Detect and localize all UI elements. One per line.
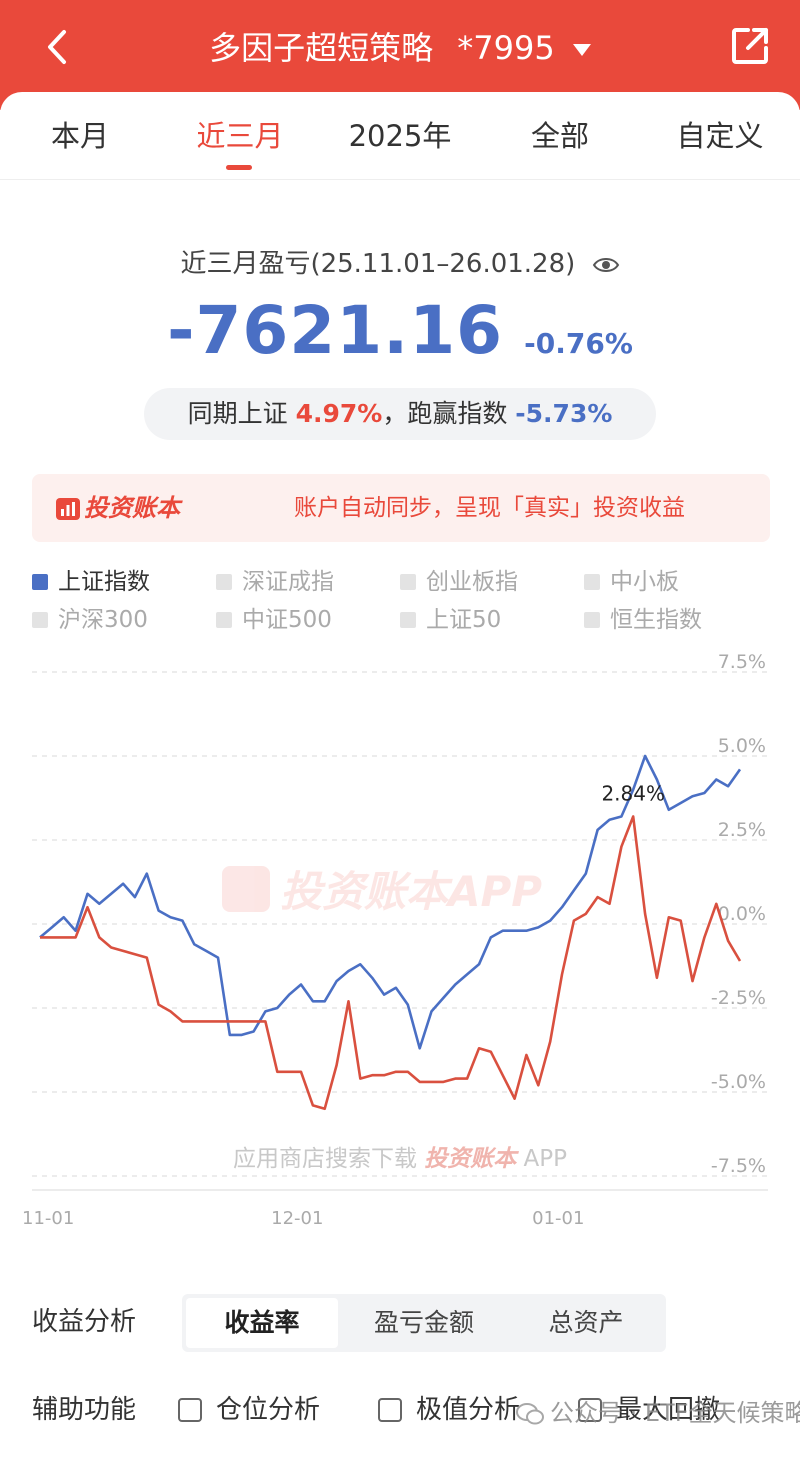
download-watermark-suffix: APP (516, 1146, 567, 1172)
wechat-watermark-text: 公众号 · ETF全天候策略 (550, 1399, 800, 1427)
checkbox-icon (378, 1398, 402, 1422)
legend-swatch (32, 612, 48, 628)
legend-item[interactable]: 深证成指 (216, 566, 334, 598)
tab-all[interactable]: 全部 (480, 114, 640, 158)
banner-text: 账户自动同步，呈现「真实」投资收益 (294, 495, 685, 521)
checkbox-label: 仓位分析 (216, 1395, 321, 1425)
legend-label: 中证500 (242, 607, 332, 633)
tab-last-three-months[interactable]: 近三月 (160, 114, 320, 158)
y-tick-label: -2.5% (711, 987, 766, 1009)
compare-mid: ，跑赢指数 (382, 399, 508, 428)
chevron-down-icon (572, 44, 591, 56)
compare-index-value: 4.97% (295, 399, 383, 428)
checkbox-position-analysis[interactable]: 仓位分析 (178, 1390, 320, 1430)
strategy-name: 多因子超短策略 (209, 29, 434, 67)
analysis-label: 收益分析 (32, 1307, 137, 1337)
return-chart[interactable]: 7.5% 5.0% 2.5% 0.0% -2.5% -5.0% -7.5% 投资账本APP 2.… (0, 650, 800, 1240)
legend-label: 上证指数 (58, 569, 150, 595)
y-tick-label: -5.0% (711, 1071, 766, 1093)
legend-label: 恒生指数 (610, 607, 702, 633)
seg-total-assets[interactable]: 总资产 (510, 1298, 662, 1348)
pnl-period-label: 近三月盈亏(25.11.01–26.01.28) (0, 244, 800, 284)
pnl-amount-row: -7621.16 -0.76% (0, 292, 800, 369)
watermark-logo-icon (222, 866, 270, 912)
pnl-period-text: 近三月盈亏(25.11.01–26.01.28) (180, 249, 576, 279)
x-tick-label: 11-01 (22, 1208, 74, 1229)
download-watermark-logo: 投资账本 (424, 1146, 519, 1172)
legend-swatch (400, 612, 416, 628)
ledger-logo-icon (56, 498, 80, 520)
tab-this-month[interactable]: 本月 (0, 114, 160, 158)
download-watermark: 应用商店搜索下载 投资账本 APP (233, 1146, 567, 1172)
chart-watermark: 投资账本APP (222, 866, 542, 916)
legend-label: 上证50 (426, 607, 502, 633)
wechat-watermark: 公众号 · ETF全天候策略 (516, 1398, 800, 1428)
y-tick-label: -7.5% (711, 1155, 766, 1177)
y-tick-label: 5.0% (718, 735, 766, 757)
return-chart-svg: 7.5% 5.0% 2.5% 0.0% -2.5% -5.0% -7.5% 投资账本APP 2.… (22, 651, 768, 1229)
legend-swatch (216, 574, 232, 590)
compare-prefix: 同期上证 (187, 399, 288, 428)
checkbox-icon (178, 1398, 202, 1422)
x-tick-label: 12-01 (271, 1208, 323, 1229)
legend-item[interactable]: 创业板指 (400, 566, 518, 598)
legend-label: 中小板 (610, 569, 679, 595)
legend-swatch (584, 574, 600, 590)
checkbox-extreme-analysis[interactable]: 极值分析 (378, 1390, 520, 1430)
legend-swatch (400, 574, 416, 590)
account-title[interactable]: 多因子超短策略 *7995 (150, 26, 650, 70)
tab-2025[interactable]: 2025年 (320, 114, 480, 158)
strategy-series-line (40, 815, 742, 1111)
index-compare-pill: 同期上证 4.97%，跑赢指数 -5.73% (144, 388, 656, 440)
legend-item[interactable]: 恒生指数 (584, 604, 702, 636)
legend-item[interactable]: 中小板 (584, 566, 679, 598)
legend-item[interactable]: 沪深300 (32, 604, 148, 636)
banner-logo: 投资账本 (56, 490, 180, 526)
active-tab-indicator (226, 165, 252, 170)
y-tick-label: 0.0% (718, 903, 766, 925)
checkbox-label: 极值分析 (416, 1395, 521, 1425)
wechat-icon (516, 1403, 544, 1425)
back-icon[interactable] (34, 22, 84, 72)
y-tick-label: 7.5% (718, 651, 766, 673)
legend-label: 创业板指 (426, 569, 518, 595)
x-tick-label: 01-01 (532, 1208, 584, 1229)
compare-beat-value: -5.73% (515, 399, 613, 428)
seg-return-rate[interactable]: 收益率 (186, 1298, 338, 1348)
banner-logo-text: 投资账本 (84, 494, 180, 522)
legend-item[interactable]: 中证500 (216, 604, 332, 636)
y-tick-label: 2.5% (718, 819, 766, 841)
legend-swatch (584, 612, 600, 628)
period-tabs: 本月 近三月 2025年 全部 自定义 (0, 100, 800, 180)
legend-label: 沪深300 (58, 607, 148, 633)
legend-swatch (216, 612, 232, 628)
legend-item[interactable]: 上证指数 (32, 566, 150, 598)
promo-banner[interactable]: 投资账本 账户自动同步，呈现「真实」投资收益 (32, 474, 770, 542)
peak-annotation: 2.84% (601, 781, 665, 805)
account-number: *7995 (457, 29, 555, 67)
legend-label: 深证成指 (242, 569, 334, 595)
eye-icon[interactable] (592, 255, 620, 275)
analysis-segmented-control: 收益率 盈亏金额 总资产 (182, 1294, 666, 1352)
share-icon[interactable] (726, 22, 774, 70)
legend-swatch (32, 574, 48, 590)
aux-label: 辅助功能 (32, 1395, 137, 1425)
tab-custom[interactable]: 自定义 (640, 114, 800, 158)
download-watermark-prefix: 应用商店搜索下载 (233, 1146, 424, 1172)
pnl-percent: -0.76% (524, 327, 633, 360)
seg-pnl-amount[interactable]: 盈亏金额 (348, 1298, 500, 1348)
watermark-text: 投资账本APP (280, 867, 542, 916)
pnl-amount: -7621.16 (167, 292, 504, 369)
legend-item[interactable]: 上证50 (400, 604, 501, 636)
